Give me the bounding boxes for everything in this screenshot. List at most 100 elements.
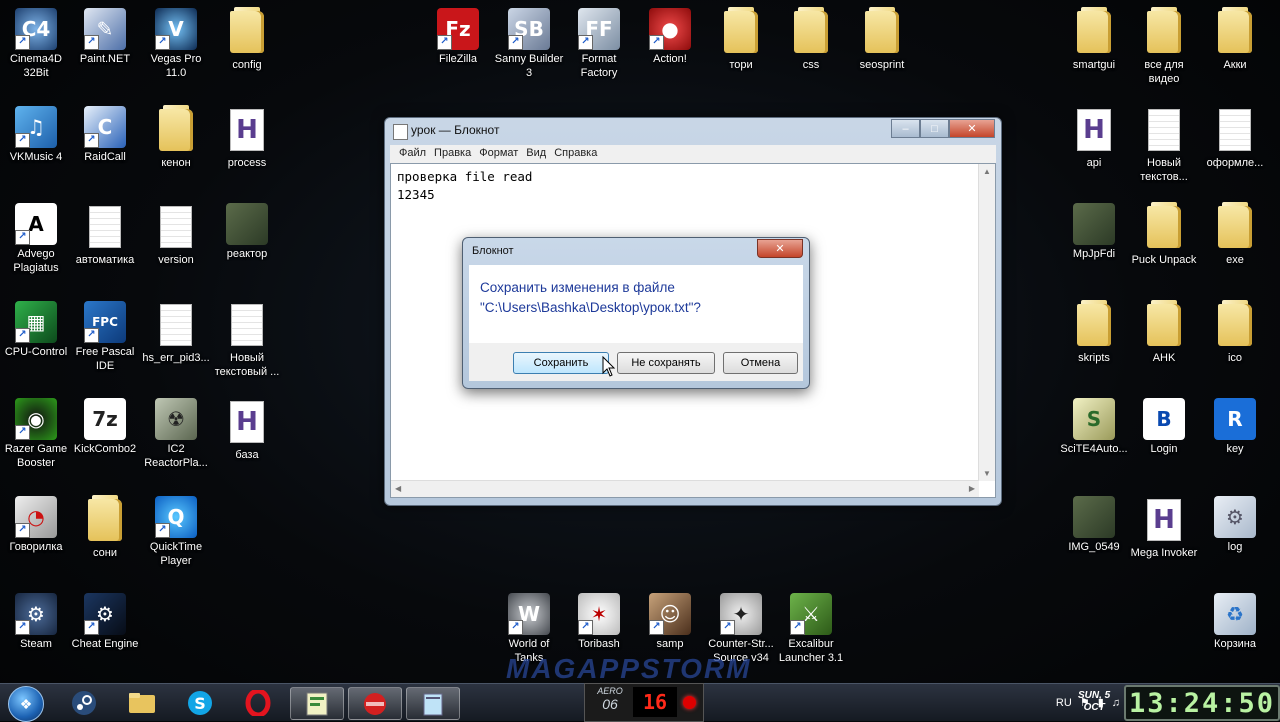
dialog-close-button[interactable]: ✕ xyxy=(757,239,803,258)
desktop-icon-12[interactable]: ▦ ↗ CPU-Control xyxy=(0,295,72,359)
desktop-icon-31[interactable]: seosprint xyxy=(846,2,918,72)
cancel-button[interactable]: Отмена xyxy=(723,352,798,374)
desktop-icon-14[interactable]: hs_err_pid3... xyxy=(140,295,212,365)
desktop-icon-label: кенон xyxy=(161,157,191,169)
desktop-icon-43[interactable]: ico xyxy=(1199,295,1271,365)
desktop-icon-label: CPU-Control xyxy=(4,346,68,358)
desktop-icon-32[interactable]: smartgui xyxy=(1058,2,1130,72)
desktop-icon-38[interactable]: MpJpFdi xyxy=(1058,197,1130,261)
desktop-icon-29[interactable]: тори xyxy=(705,2,777,72)
filezilla-icon: Fz ↗ xyxy=(437,8,479,50)
desktop-icon-8[interactable]: A ↗ Advego Plagiatus xyxy=(0,197,72,275)
minimize-button[interactable]: – xyxy=(891,119,920,138)
desktop-icon-41[interactable]: skripts xyxy=(1058,295,1130,365)
desktop-icon-50[interactable]: ♻ Корзина xyxy=(1199,587,1271,651)
desktop-icon-39[interactable]: Puck Unpack xyxy=(1128,197,1200,267)
taskbar-skype[interactable]: S xyxy=(174,687,226,718)
start-button[interactable]: ❖ xyxy=(8,686,44,722)
desktop-icon-18[interactable]: ☢ IC2 ReactorPla... xyxy=(140,392,212,470)
volume-icon[interactable]: ♫ xyxy=(1112,697,1120,709)
desktop-icon-0[interactable]: C4 ↗ Cinema4D 32Bit xyxy=(0,2,72,80)
desktop-icon-49[interactable]: ⚙ log xyxy=(1199,490,1271,554)
desktop-icon-17[interactable]: 7z KickCombo2 xyxy=(69,392,141,456)
desktop-icon-13[interactable]: FPC ↗ Free Pascal IDE xyxy=(69,295,141,373)
desktop-icon-3[interactable]: config xyxy=(211,2,283,72)
desktop-icon-1[interactable]: ✎ ↗ Paint.NET xyxy=(69,2,141,66)
desktop-icon-7[interactable]: Hprocess xyxy=(211,100,283,170)
desktop-icon-4[interactable]: ♫ ↗ VKMusic 4 xyxy=(0,100,72,164)
desktop-icon-46[interactable]: Rkey xyxy=(1199,392,1271,456)
menu-format[interactable]: Формат xyxy=(476,145,521,163)
desktop-icon-19[interactable]: Hбаза xyxy=(211,392,283,462)
desktop-icon-42[interactable]: AHK xyxy=(1128,295,1200,365)
text-document-icon xyxy=(223,301,271,349)
shortcut-arrow-icon: ↗ xyxy=(508,35,523,50)
desktop-icon-30[interactable]: css xyxy=(775,2,847,72)
folder-icon xyxy=(223,7,271,56)
desktop-icon-label: css xyxy=(802,59,820,71)
desktop-icon-45[interactable]: B Login xyxy=(1128,392,1200,456)
desktop-icon-15[interactable]: Новый текстовый ... xyxy=(211,295,283,379)
desktop-icon-2[interactable]: V ↗ Vegas Pro 11.0 xyxy=(140,2,212,80)
menu-view[interactable]: Вид xyxy=(523,145,549,163)
clock[interactable]: 13:24:50 xyxy=(1124,685,1280,721)
folder-icon xyxy=(1211,300,1259,349)
h-document-icon: H xyxy=(1140,496,1188,544)
desktop-icon-16[interactable]: ◉ ↗ Razer Game Booster xyxy=(0,392,72,470)
maximize-button[interactable]: □ xyxy=(920,119,949,138)
desktop-icon-23[interactable]: ⚙ ↗ Steam xyxy=(0,587,72,651)
desktop-icon-21[interactable]: сони xyxy=(69,490,141,560)
desktop-icon-11[interactable]: реактор xyxy=(211,197,283,261)
desktop-icon-37[interactable]: оформле... xyxy=(1199,100,1271,170)
desktop-icon-35[interactable]: Hapi xyxy=(1058,100,1130,170)
scroll-left-icon[interactable]: ◀ xyxy=(395,484,401,493)
vertical-scrollbar[interactable]: ▲ ▼ xyxy=(978,164,995,481)
format-factory-icon: FF ↗ xyxy=(578,8,620,50)
menu-file[interactable]: Файл xyxy=(396,145,429,163)
aero-label: AERO xyxy=(597,686,623,696)
desktop-icon-40[interactable]: exe xyxy=(1199,197,1271,267)
desktop-icon-47[interactable]: IMG_0549 xyxy=(1058,490,1130,554)
taskbar-scite[interactable] xyxy=(290,687,344,720)
close-button[interactable]: ✕ xyxy=(949,119,995,138)
scroll-down-icon[interactable]: ▼ xyxy=(983,469,991,478)
desktop-icon-52[interactable]: ✶ ↗ Toribash xyxy=(563,587,635,651)
menu-help[interactable]: Справка xyxy=(551,145,600,163)
dialog-message-line2: "C:\Users\Bashka\Desktop\урок.txt"? xyxy=(480,300,701,315)
language-indicator[interactable]: RU xyxy=(1056,697,1072,709)
desktop-icon-34[interactable]: Акки xyxy=(1199,2,1271,72)
desktop-icon-53[interactable]: ☺ ↗ samp xyxy=(634,587,706,651)
desktop-icon-55[interactable]: ⚔ ↗ Excalibur Launcher 3.1 xyxy=(775,587,847,665)
taskbar-explorer[interactable] xyxy=(116,687,168,718)
desktop-icon-28[interactable]: ● ↗ Action! xyxy=(634,2,706,66)
desktop-icon-27[interactable]: FF ↗ Format Factory xyxy=(563,2,635,80)
desktop-icon-6[interactable]: кенон xyxy=(140,100,212,170)
save-button[interactable]: Сохранить xyxy=(513,352,609,374)
taskbar-steam[interactable] xyxy=(58,687,110,718)
taskbar-action[interactable] xyxy=(348,687,402,720)
desktop-icon-10[interactable]: version xyxy=(140,197,212,267)
taskbar-opera[interactable] xyxy=(232,687,284,718)
save-changes-dialog[interactable]: Блокнот ✕ Сохранить изменения в файле "C… xyxy=(462,237,810,389)
desktop-icon-20[interactable]: ◔ ↗ Говорилка xyxy=(0,490,72,554)
desktop-icon-44[interactable]: S SciTE4Auto... xyxy=(1058,392,1130,456)
desktop-icon-48[interactable]: H Mega Invoker xyxy=(1128,490,1200,560)
desktop-icon-26[interactable]: SB ↗ Sanny Builder 3 xyxy=(493,2,565,80)
scroll-right-icon[interactable]: ▶ xyxy=(969,484,975,493)
scroll-up-icon[interactable]: ▲ xyxy=(983,167,991,176)
desktop-icon-9[interactable]: автоматика xyxy=(69,197,141,267)
scite-icon: S xyxy=(1073,398,1115,440)
dont-save-button[interactable]: Не сохранять xyxy=(617,352,715,374)
desktop-icon-22[interactable]: Q ↗ QuickTime Player xyxy=(140,490,212,568)
horizontal-scrollbar[interactable]: ◀ ▶ xyxy=(391,480,979,497)
taskbar-notepad[interactable] xyxy=(406,687,460,720)
desktop-icon-5[interactable]: C ↗ RaidCall xyxy=(69,100,141,164)
desktop-icon-24[interactable]: ⚙ ↗ Cheat Engine xyxy=(69,587,141,651)
desktop-icon-36[interactable]: Новый текстов... xyxy=(1128,100,1200,184)
clock-date[interactable]: SUN, 5 OCT xyxy=(1078,690,1110,714)
desktop-icon-25[interactable]: Fz ↗ FileZilla xyxy=(422,2,494,66)
desktop-icon-33[interactable]: все для видео xyxy=(1128,2,1200,86)
desktop-icon-label: IC2 ReactorPla... xyxy=(144,443,208,469)
menu-edit[interactable]: Правка xyxy=(431,145,474,163)
dialog-body: Сохранить изменения в файле "C:\Users\Ba… xyxy=(469,265,803,343)
